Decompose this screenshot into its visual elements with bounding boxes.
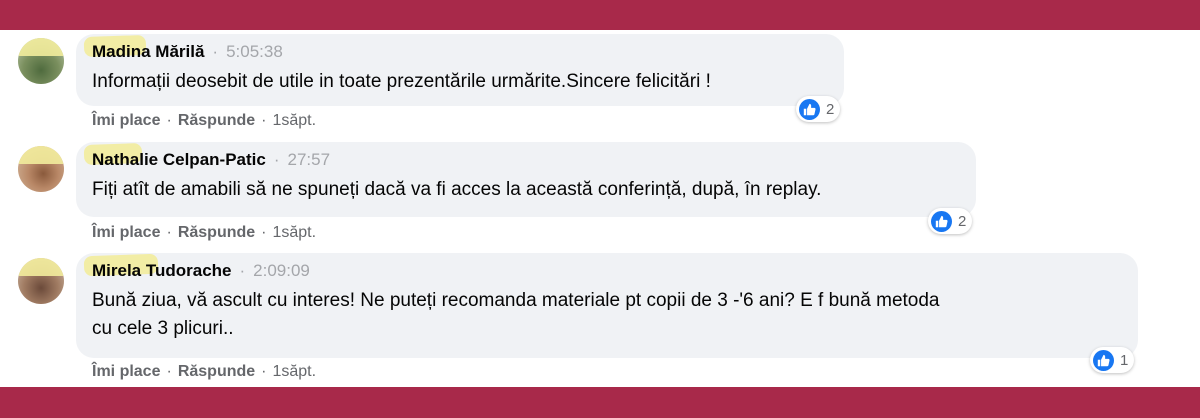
comment-text-line: Bună ziua, vă ascult cu interes! Ne pute… bbox=[92, 290, 940, 311]
redaction-smear bbox=[18, 258, 64, 276]
comment-bubble: Nathalie Celpan-Patic · 27:57 Fiți atît de… bbox=[76, 142, 976, 217]
reaction-badge[interactable]: 2 bbox=[928, 208, 973, 234]
reaction-count: 2 bbox=[826, 100, 835, 118]
avatar[interactable] bbox=[18, 258, 64, 304]
like-button[interactable]: Îmi place bbox=[92, 363, 160, 380]
like-button[interactable]: Îmi place bbox=[92, 112, 160, 129]
comment-text: Bună ziua, vă ascult cu interes! Ne pute… bbox=[92, 287, 940, 343]
comment-header: Mirela Tudorache · 2:09:09 bbox=[92, 261, 310, 281]
reply-button[interactable]: Răspunde bbox=[178, 112, 255, 129]
comment-age[interactable]: 1săpt. bbox=[272, 112, 316, 129]
comment-age[interactable]: 1săpt. bbox=[272, 363, 316, 380]
reaction-badge[interactable]: 2 bbox=[796, 96, 841, 122]
reply-button[interactable]: Răspunde bbox=[178, 224, 255, 241]
comment-actions: Îmi place · Răspunde · 1săpt. bbox=[92, 363, 317, 380]
comment-header: Madina Mărilă · 5:05:38 bbox=[92, 42, 283, 62]
like-icon bbox=[931, 210, 952, 232]
comment-actions: Îmi place · Răspunde · 1săpt. bbox=[92, 224, 317, 241]
redaction-smear bbox=[18, 146, 64, 164]
avatar[interactable] bbox=[18, 146, 64, 192]
comments-panel: Madina Mărilă · 5:05:38 Informații deosebi… bbox=[0, 30, 1200, 387]
comment-text: Fiți atît de amabili să ne spuneți dacă … bbox=[92, 179, 822, 200]
like-icon bbox=[1093, 349, 1114, 371]
reply-button[interactable]: Răspunde bbox=[178, 363, 255, 380]
redaction-smear bbox=[18, 38, 64, 56]
comment-text: Informații deosebit de utile in toate pr… bbox=[92, 71, 711, 92]
author-name[interactable]: Madina Mărilă bbox=[92, 42, 204, 61]
avatar[interactable] bbox=[18, 38, 64, 84]
comment-time[interactable]: · 5:05:38 bbox=[212, 42, 282, 61]
comment-age[interactable]: 1săpt. bbox=[272, 224, 316, 241]
comment-time[interactable]: · 2:09:09 bbox=[240, 261, 310, 280]
author-name[interactable]: Mirela Tudorache bbox=[92, 261, 232, 280]
comment-bubble: Madina Mărilă · 5:05:38 Informații deosebi… bbox=[76, 34, 844, 106]
reaction-badge[interactable]: 1 bbox=[1090, 347, 1135, 373]
like-icon bbox=[799, 98, 820, 120]
comment-actions: Îmi place · Răspunde · 1săpt. bbox=[92, 112, 317, 129]
comment-bubble: Mirela Tudorache · 2:09:09 Bună ziua, vă a… bbox=[76, 253, 1138, 358]
reaction-count: 1 bbox=[1120, 351, 1129, 369]
comment-text-line: cu cele 3 plicuri.. bbox=[92, 318, 234, 339]
reaction-count: 2 bbox=[958, 212, 967, 230]
comment-time[interactable]: · 27:57 bbox=[274, 150, 330, 169]
like-button[interactable]: Îmi place bbox=[92, 224, 160, 241]
comment-header: Nathalie Celpan-Patic · 27:57 bbox=[92, 150, 330, 170]
author-name[interactable]: Nathalie Celpan-Patic bbox=[92, 150, 266, 169]
